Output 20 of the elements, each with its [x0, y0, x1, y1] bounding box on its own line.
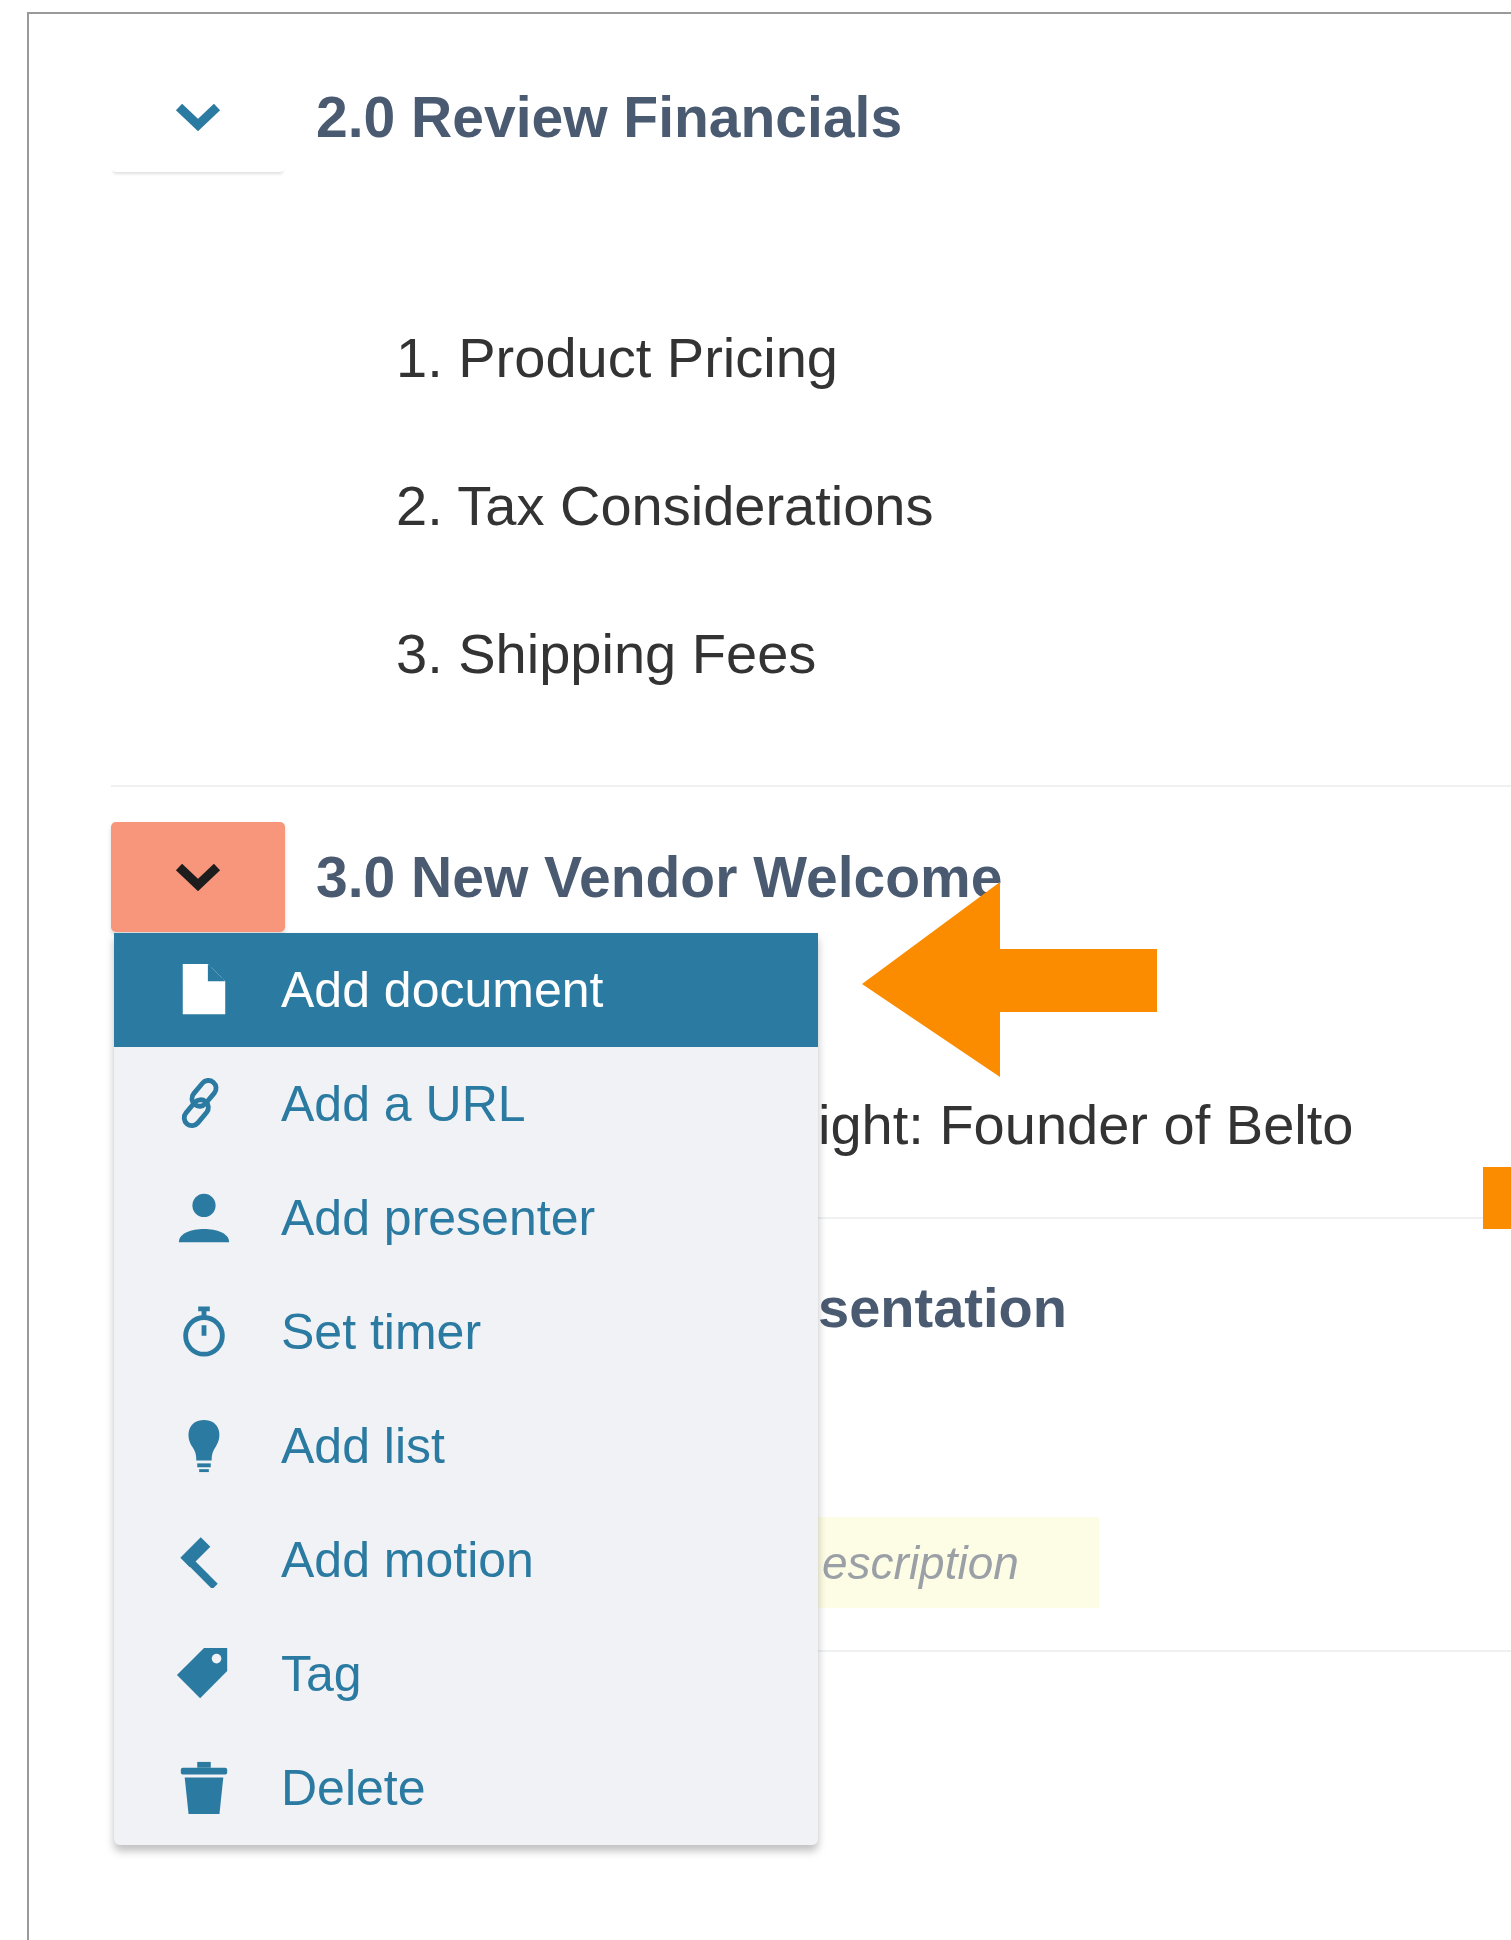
menu-item[interactable]: Add document: [114, 933, 818, 1047]
chevron-down-icon: [175, 863, 221, 891]
menu-item[interactable]: Delete: [114, 1731, 818, 1845]
section-heading: 2.0 Review Financials: [316, 83, 903, 151]
list-item: 1. Product Pricing: [395, 325, 839, 391]
menu-item[interactable]: Set timer: [114, 1275, 818, 1389]
item-text: ight: Founder of Belto: [818, 1092, 1355, 1158]
description-field[interactable]: escription: [818, 1517, 1099, 1608]
menu-item[interactable]: Add motion: [114, 1503, 818, 1617]
menu-item[interactable]: Add list: [114, 1389, 818, 1503]
menu-item[interactable]: Add a URL: [114, 1047, 818, 1161]
annotation-mark: [1483, 1167, 1511, 1229]
list-item: 3. Shipping Fees: [395, 621, 818, 687]
list-item: 2. Tax Considerations: [395, 473, 935, 539]
menu-item[interactable]: Add presenter: [114, 1161, 818, 1275]
item-title: sentation: [818, 1275, 1068, 1341]
section-heading: 3.0 New Vendor Welcome: [316, 843, 1003, 911]
chevron-down-icon: [175, 103, 221, 131]
toggle-button[interactable]: [111, 822, 285, 932]
menu-item[interactable]: Tag: [114, 1617, 818, 1731]
